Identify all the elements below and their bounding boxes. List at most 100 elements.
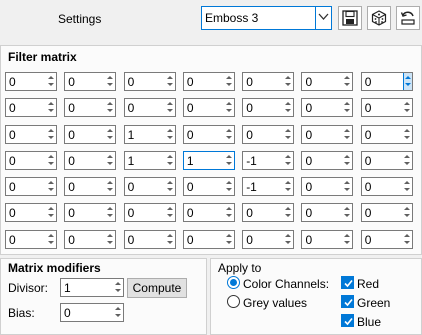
matrix-cell-r6-c3[interactable]: 0 [182, 229, 235, 249]
red-checkbox[interactable] [341, 276, 354, 289]
matrix-cell-r2-c0[interactable]: 0 [5, 124, 57, 144]
divisor-spinner[interactable] [114, 279, 123, 296]
spinner-arrows[interactable] [106, 231, 115, 248]
chevron-down-icon[interactable] [315, 7, 331, 29]
spinner-arrows[interactable] [225, 99, 234, 116]
green-label[interactable]: Green [357, 296, 390, 310]
spinner-arrows[interactable] [343, 178, 352, 195]
spinner-arrows[interactable] [284, 204, 293, 221]
spinner-arrows[interactable] [343, 126, 352, 143]
spinner-arrows[interactable] [403, 178, 412, 195]
matrix-cell-r0-c5[interactable]: 0 [301, 72, 354, 91]
matrix-cell-r6-c0[interactable]: 0 [5, 229, 57, 249]
spinner-arrows[interactable] [106, 152, 115, 169]
matrix-cell-r2-c2[interactable]: 1 [123, 124, 176, 144]
spinner-arrows[interactable] [343, 231, 352, 248]
matrix-cell-r1-c3[interactable]: 0 [182, 98, 235, 118]
spinner-arrows[interactable] [47, 152, 56, 169]
matrix-cell-r3-c3[interactable]: 1 [182, 150, 235, 170]
spinner-arrows[interactable] [47, 204, 56, 221]
red-label[interactable]: Red [357, 277, 379, 291]
spinner-arrows[interactable] [106, 126, 115, 143]
matrix-cell-r1-c1[interactable]: 0 [64, 98, 117, 118]
grey-values-label[interactable]: Grey values [243, 296, 307, 310]
spinner-arrows[interactable] [106, 99, 115, 116]
matrix-cell-r5-c2[interactable]: 0 [123, 203, 176, 223]
spinner-arrows[interactable] [47, 231, 56, 248]
spinner-arrows[interactable] [402, 73, 412, 90]
spinner-arrows[interactable] [166, 126, 175, 143]
spinner-arrows[interactable] [166, 178, 175, 195]
spinner-arrows[interactable] [403, 152, 412, 169]
matrix-cell-r5-c4[interactable]: 0 [242, 203, 295, 223]
spinner-arrows[interactable] [284, 178, 293, 195]
reset-button[interactable] [396, 6, 420, 30]
blue-label[interactable]: Blue [357, 315, 381, 329]
matrix-cell-r3-c4[interactable]: -1 [242, 150, 295, 170]
spinner-arrows[interactable] [284, 73, 293, 90]
matrix-cell-r0-c2[interactable]: 0 [123, 72, 176, 91]
spinner-arrows[interactable] [225, 231, 234, 248]
color-channels-label[interactable]: Color Channels: [243, 277, 329, 291]
green-checkbox[interactable] [341, 295, 354, 308]
spinner-arrows[interactable] [343, 99, 352, 116]
spinner-arrows[interactable] [47, 73, 56, 90]
spinner-arrows[interactable] [225, 152, 234, 169]
matrix-cell-r1-c4[interactable]: 0 [242, 98, 295, 118]
spinner-arrows[interactable] [225, 204, 234, 221]
bias-input[interactable]: 0 [60, 303, 124, 322]
spinner-arrows[interactable] [343, 152, 352, 169]
color-channels-radio[interactable] [227, 276, 240, 289]
spinner-arrows[interactable] [403, 204, 412, 221]
matrix-cell-r0-c1[interactable]: 0 [64, 72, 117, 91]
save-preset-button[interactable] [338, 6, 362, 30]
spinner-arrows[interactable] [166, 231, 175, 248]
matrix-cell-r3-c5[interactable]: 0 [301, 150, 354, 170]
matrix-cell-r6-c6[interactable]: 0 [360, 229, 413, 249]
spinner-arrows[interactable] [106, 204, 115, 221]
blue-checkbox[interactable] [341, 314, 354, 327]
matrix-cell-r3-c0[interactable]: 0 [5, 150, 57, 170]
matrix-cell-r1-c5[interactable]: 0 [301, 98, 354, 118]
spinner-arrows[interactable] [284, 231, 293, 248]
matrix-cell-r4-c6[interactable]: 0 [360, 177, 413, 197]
spinner-arrows[interactable] [106, 73, 115, 90]
spinner-arrows[interactable] [284, 152, 293, 169]
spinner-arrows[interactable] [166, 152, 175, 169]
matrix-cell-r3-c6[interactable]: 0 [360, 150, 413, 170]
spinner-arrows[interactable] [403, 99, 412, 116]
matrix-cell-r5-c6[interactable]: 0 [360, 203, 413, 223]
matrix-cell-r3-c2[interactable]: 1 [123, 150, 176, 170]
divisor-input[interactable]: 1 [60, 278, 124, 297]
spinner-arrows[interactable] [343, 73, 352, 90]
spinner-arrows[interactable] [225, 73, 234, 90]
spinner-arrows[interactable] [166, 99, 175, 116]
matrix-cell-r2-c1[interactable]: 0 [64, 124, 117, 144]
matrix-cell-r1-c6[interactable]: 0 [360, 98, 413, 118]
matrix-cell-r0-c4[interactable]: 0 [242, 72, 295, 91]
matrix-cell-r1-c2[interactable]: 0 [123, 98, 176, 118]
matrix-cell-r0-c6[interactable]: 0 [360, 72, 413, 91]
matrix-cell-r4-c4[interactable]: -1 [242, 177, 295, 197]
spinner-arrows[interactable] [47, 99, 56, 116]
matrix-cell-r4-c3[interactable]: 0 [182, 177, 235, 197]
spinner-arrows[interactable] [403, 126, 412, 143]
matrix-cell-r4-c2[interactable]: 0 [123, 177, 176, 197]
spinner-arrows[interactable] [403, 231, 412, 248]
spinner-arrows[interactable] [284, 99, 293, 116]
matrix-cell-r0-c3[interactable]: 0 [182, 72, 235, 91]
compute-button[interactable]: Compute [127, 278, 187, 298]
spinner-arrows[interactable] [47, 126, 56, 143]
matrix-cell-r5-c1[interactable]: 0 [64, 203, 117, 223]
matrix-cell-r2-c5[interactable]: 0 [301, 124, 354, 144]
spinner-arrows[interactable] [166, 73, 175, 90]
matrix-cell-r5-c5[interactable]: 0 [301, 203, 354, 223]
matrix-cell-r6-c1[interactable]: 0 [64, 229, 117, 249]
matrix-cell-r6-c4[interactable]: 0 [242, 229, 295, 249]
preset-dropdown[interactable]: Emboss 3 [201, 6, 332, 30]
matrix-cell-r5-c0[interactable]: 0 [5, 203, 57, 223]
matrix-cell-r4-c1[interactable]: 0 [64, 177, 117, 197]
spinner-arrows[interactable] [343, 204, 352, 221]
spinner-arrows[interactable] [284, 126, 293, 143]
matrix-cell-r6-c2[interactable]: 0 [123, 229, 176, 249]
